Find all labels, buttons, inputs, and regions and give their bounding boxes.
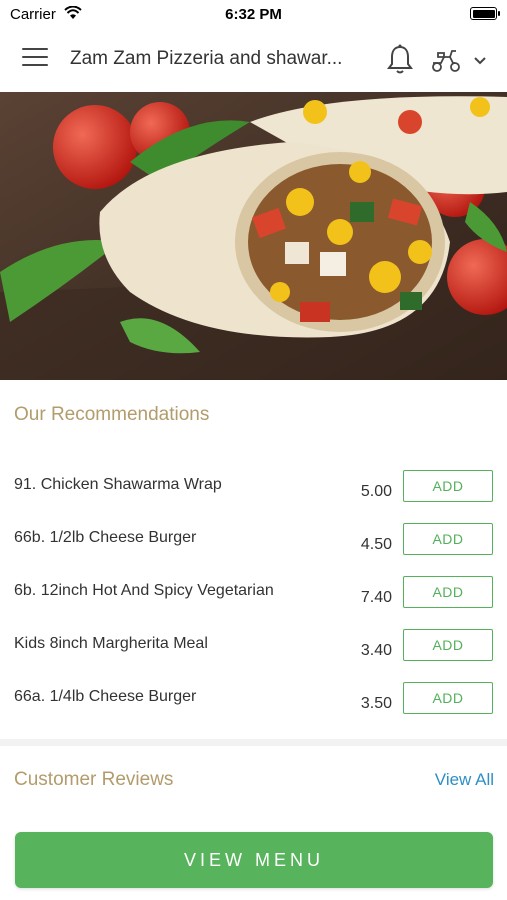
item-name: 91. Chicken Shawarma Wrap	[14, 476, 222, 493]
chevron-down-icon[interactable]	[470, 50, 490, 70]
list-item: 6b. 12inch Hot And Spicy Vegetarian 7.40…	[0, 576, 507, 629]
recommendations-heading: Our Recommendations	[14, 404, 210, 425]
add-button[interactable]: ADD	[403, 523, 493, 555]
add-button[interactable]: ADD	[403, 470, 493, 502]
list-item: Kids 8inch Margherita Meal 3.40 ADD	[0, 629, 507, 682]
scooter-delivery-icon[interactable]	[430, 45, 462, 75]
item-name: 6b. 12inch Hot And Spicy Vegetarian	[14, 582, 274, 599]
section-divider	[0, 739, 507, 746]
shawarma-wrap-photo	[0, 92, 507, 380]
view-all-reviews-link[interactable]: View All	[435, 770, 494, 790]
status-bar: Carrier 6:32 PM	[0, 0, 507, 28]
item-price: 3.40	[360, 642, 392, 659]
restaurant-title: Zam Zam Pizzeria and shawar...	[70, 48, 343, 69]
clock: 6:32 PM	[225, 6, 282, 23]
add-button[interactable]: ADD	[403, 576, 493, 608]
battery-icon	[470, 7, 500, 20]
list-item: 66a. 1/4lb Cheese Burger 3.50 ADD	[0, 682, 507, 735]
item-price: 3.50	[360, 695, 392, 712]
bell-icon[interactable]	[385, 43, 415, 77]
item-price: 4.50	[360, 536, 392, 553]
list-item: 66b. 1/2lb Cheese Burger 4.50 ADD	[0, 523, 507, 576]
item-name: 66b. 1/2lb Cheese Burger	[14, 529, 197, 546]
item-name: Kids 8inch Margherita Meal	[14, 635, 208, 652]
app-header: Zam Zam Pizzeria and shawar...	[0, 28, 507, 92]
add-button[interactable]: ADD	[403, 629, 493, 661]
list-item: 91. Chicken Shawarma Wrap 5.00 ADD	[0, 470, 507, 523]
hero-image	[0, 92, 507, 380]
hamburger-menu-icon[interactable]	[22, 48, 48, 70]
reviews-heading: Customer Reviews	[14, 769, 174, 790]
item-price: 7.40	[360, 589, 392, 606]
add-button[interactable]: ADD	[403, 682, 493, 714]
view-menu-button[interactable]: VIEW MENU	[15, 832, 493, 888]
item-name: 66a. 1/4lb Cheese Burger	[14, 688, 197, 705]
item-price: 5.00	[360, 483, 392, 500]
